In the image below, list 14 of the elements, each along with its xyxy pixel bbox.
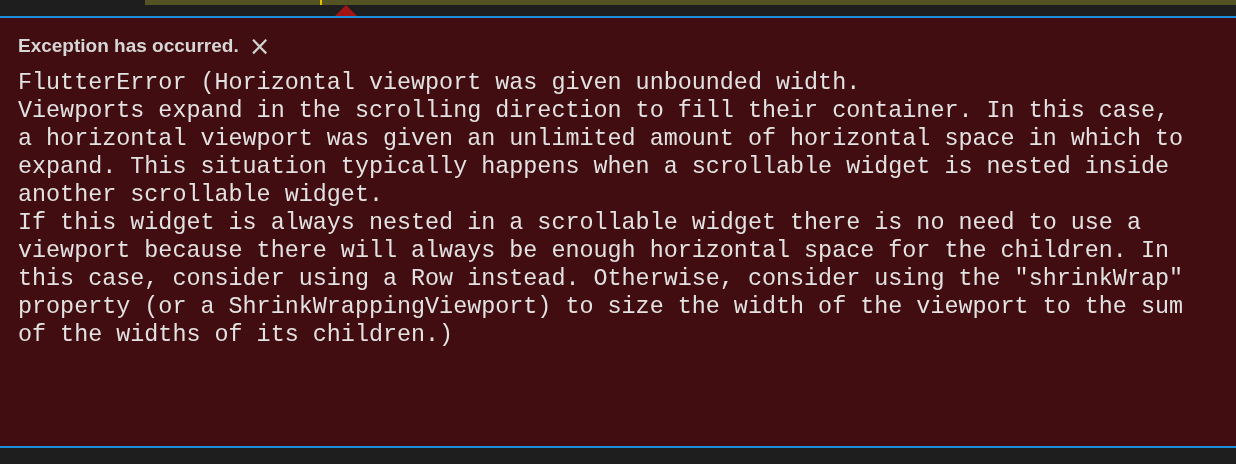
error-message-line: of the widths of its children.) [18, 320, 455, 349]
error-message-line: FlutterError (Horizontal viewport was given unbounded width. [18, 68, 862, 97]
error-message-line: another scrollable widget. [18, 180, 384, 209]
exception-title: Exception has occurred. [18, 34, 239, 58]
error-message-line: property (or a ShrinkWrappingViewport) to size the width of the viewport to the sum [18, 292, 1185, 321]
text-cursor [320, 0, 322, 5]
error-message-line: If this widget is always nested in a scrollable widget there is no need to use a [18, 208, 1142, 237]
close-button[interactable]: × [244, 33, 275, 60]
error-message-line: a horizontal viewport was given an unlimited amount of horizontal space in which to [18, 124, 1185, 153]
error-message-line: this case, consider using a Row instead. Otherwise, consider using the "shrinkWrap" [18, 264, 1185, 293]
error-message-line: Viewports expand in the scrolling direction to fill their container. In this case, [18, 96, 1170, 125]
error-message-line: viewport because there will always be enough horizontal space for the children. In [18, 236, 1170, 265]
error-message-line: expand. This situation typically happens when a scrollable widget is nested inside [18, 152, 1170, 181]
error-pointer-icon [335, 5, 357, 16]
